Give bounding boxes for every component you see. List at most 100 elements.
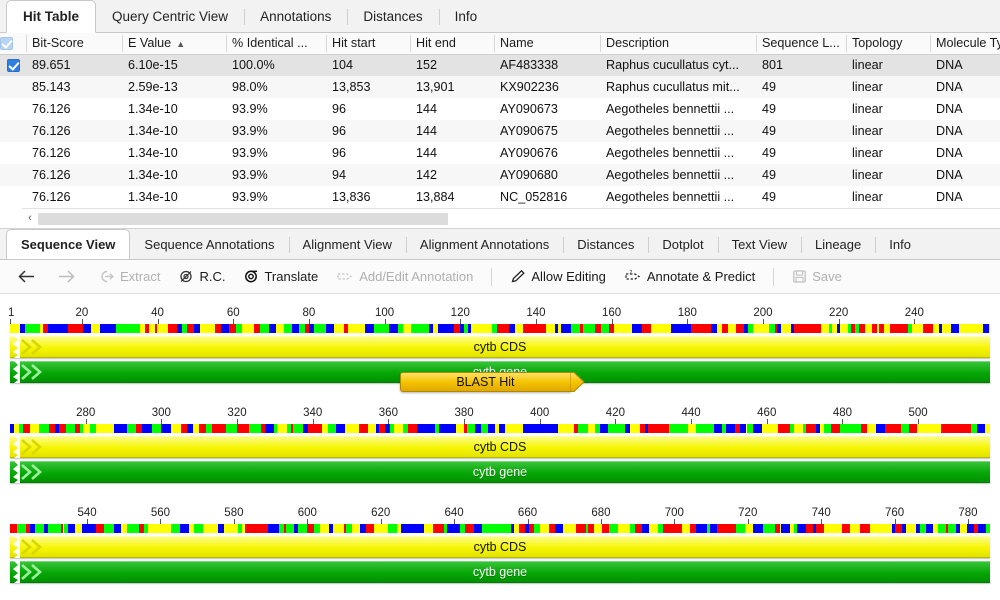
row-checkbox[interactable] <box>7 59 20 72</box>
row-checkbox-cell[interactable] <box>0 76 26 98</box>
gene-track-body[interactable]: cytb gene <box>10 561 990 583</box>
allow-editing-button[interactable]: Allow Editing <box>502 266 613 287</box>
base-segment-T <box>614 324 621 333</box>
cell-e-value: 1.34e-10 <box>122 142 226 164</box>
tab-lineage[interactable]: Lineage <box>801 231 875 259</box>
track-start-zigzag-icon <box>10 436 20 458</box>
cds-track[interactable]: cytb CDS <box>10 436 990 458</box>
tab-query-centric-view[interactable]: Query Centric View <box>96 2 244 32</box>
sequence-view-panel[interactable]: 120406080100120140160180200220240 cytb CD… <box>0 294 1000 596</box>
tab-annotations[interactable]: Annotations <box>244 2 347 32</box>
column-header-name[interactable]: Name <box>494 33 600 54</box>
table-row[interactable]: 89.6516.10e-15100.0%104152AF483338Raphus… <box>0 54 1000 76</box>
track-start-zigzag-icon <box>10 536 20 558</box>
column-header-e-value[interactable]: E Value▲ <box>122 33 226 54</box>
cell-hit-start: 13,853 <box>326 76 410 98</box>
column-header-hit-end[interactable]: Hit end <box>410 33 494 54</box>
column-header-topology[interactable]: Topology <box>846 33 930 54</box>
row-checkbox-cell[interactable] <box>0 120 26 142</box>
row-checkbox-cell[interactable] <box>0 54 26 76</box>
column-header-bit-score[interactable]: Bit-Score <box>26 33 122 54</box>
gene-track-body[interactable]: cytb gene <box>10 461 990 483</box>
base-segment-C <box>68 524 75 533</box>
column-header-label: Molecule Ty <box>936 36 1000 50</box>
tab-text-view[interactable]: Text View <box>718 231 801 259</box>
tab-distances[interactable]: Distances <box>563 231 648 259</box>
base-segment-A <box>602 524 609 533</box>
base-segment-G <box>616 424 625 433</box>
tab-info[interactable]: Info <box>875 231 925 259</box>
select-all-checkbox-cell[interactable] <box>0 33 26 54</box>
tab-distances[interactable]: Distances <box>347 2 438 32</box>
column-header-hit-start[interactable]: Hit start <box>326 33 410 54</box>
table-row[interactable]: 76.1261.34e-1093.9%96144AY090673Aegothel… <box>0 98 1000 120</box>
tab-alignment-annotations[interactable]: Alignment Annotations <box>406 231 563 259</box>
scroll-left-arrow-icon[interactable]: ‹ <box>22 213 38 224</box>
cds-track[interactable]: cytb CDS <box>10 336 990 358</box>
row-checkbox-cell[interactable] <box>0 142 26 164</box>
column-header-label: Sequence L... <box>762 36 840 50</box>
gene-track[interactable]: cytb gene <box>10 561 990 583</box>
table-row[interactable]: 76.1261.34e-1093.9%96144AY090675Aegothel… <box>0 120 1000 142</box>
base-segment-G <box>491 524 501 533</box>
cds-track[interactable]: cytb CDS <box>10 536 990 558</box>
back-button[interactable] <box>10 266 48 287</box>
base-segment-T <box>867 424 876 433</box>
sequence-view-tabbar: Sequence ViewSequence AnnotationsAlignme… <box>0 229 1000 260</box>
base-segment-A <box>691 324 700 333</box>
base-segment-T <box>917 424 924 433</box>
tab-info[interactable]: Info <box>439 2 494 32</box>
base-segment-C <box>699 524 707 533</box>
base-segment-C <box>446 424 456 433</box>
cell-e-value: 6.10e-15 <box>122 54 226 76</box>
tab-hit-table[interactable]: Hit Table <box>6 0 96 33</box>
blast-hit-feature[interactable]: BLAST Hit <box>400 372 585 392</box>
column-header--identical[interactable]: % Identical ... <box>226 33 326 54</box>
base-segment-T <box>688 424 696 433</box>
base-segment-G <box>501 524 511 533</box>
select-all-checkbox[interactable] <box>0 37 13 50</box>
column-header-sequence-l[interactable]: Sequence L... <box>756 33 846 54</box>
cds-track-body[interactable]: cytb CDS <box>10 336 990 358</box>
table-row[interactable]: 76.1261.34e-1093.9%94142AY090680Aegothel… <box>0 164 1000 186</box>
base-segment-T <box>193 424 200 433</box>
tab-sequence-view[interactable]: Sequence View <box>6 229 130 260</box>
arrow-right-icon <box>58 269 75 284</box>
base-segment-A <box>816 524 824 533</box>
cell-identical: 93.9% <box>226 164 326 186</box>
base-segment-G <box>609 524 618 533</box>
reverse-complement-button[interactable]: R.C. <box>170 266 233 287</box>
column-header-description[interactable]: Description <box>600 33 756 54</box>
table-row[interactable]: 76.1261.34e-1093.9%96144AY090676Aegothel… <box>0 142 1000 164</box>
nucleotide-color-bar[interactable] <box>10 524 990 533</box>
tab-sequence-annotations[interactable]: Sequence Annotations <box>130 231 288 259</box>
base-segment-A <box>229 324 236 333</box>
base-segment-T <box>976 324 984 333</box>
row-checkbox-cell[interactable] <box>0 186 26 208</box>
ruler-tick-label: 1 <box>8 307 14 319</box>
scrollbar-thumb[interactable] <box>38 213 448 225</box>
base-segment-T <box>456 424 465 433</box>
base-segment-C <box>632 324 642 333</box>
toolbar-divider-2 <box>773 268 774 286</box>
cds-track-body[interactable]: cytb CDS <box>10 436 990 458</box>
table-row[interactable]: 85.1432.59e-1398.0%13,85313,901KX902236R… <box>0 76 1000 98</box>
hit-table-horizontal-scrollbar[interactable]: ‹ <box>22 208 1000 228</box>
column-header-molecule-ty[interactable]: Molecule Ty <box>930 33 1000 54</box>
row-checkbox-cell[interactable] <box>0 164 26 186</box>
annotate-predict-button[interactable]: 2 Annotate & Predict <box>616 266 763 287</box>
base-segment-C <box>265 424 275 433</box>
cds-track-body[interactable]: cytb CDS <box>10 536 990 558</box>
base-segment-G <box>52 524 61 533</box>
tab-alignment-view[interactable]: Alignment View <box>289 231 406 259</box>
sequence-ruler: 120406080100120140160180200220240 <box>10 300 990 324</box>
row-checkbox-cell[interactable] <box>0 98 26 120</box>
nucleotide-color-bar[interactable] <box>10 424 990 433</box>
cell-hit-start: 13,836 <box>326 186 410 208</box>
translate-button[interactable]: Translate <box>235 266 326 287</box>
cds-track-label: cytb CDS <box>474 340 527 354</box>
gene-track[interactable]: cytb gene <box>10 461 990 483</box>
nucleotide-color-bar[interactable] <box>10 324 990 333</box>
tab-dotplot[interactable]: Dotplot <box>648 231 717 259</box>
table-row[interactable]: 76.1261.34e-1093.9%13,83613,884NC_052816… <box>0 186 1000 208</box>
